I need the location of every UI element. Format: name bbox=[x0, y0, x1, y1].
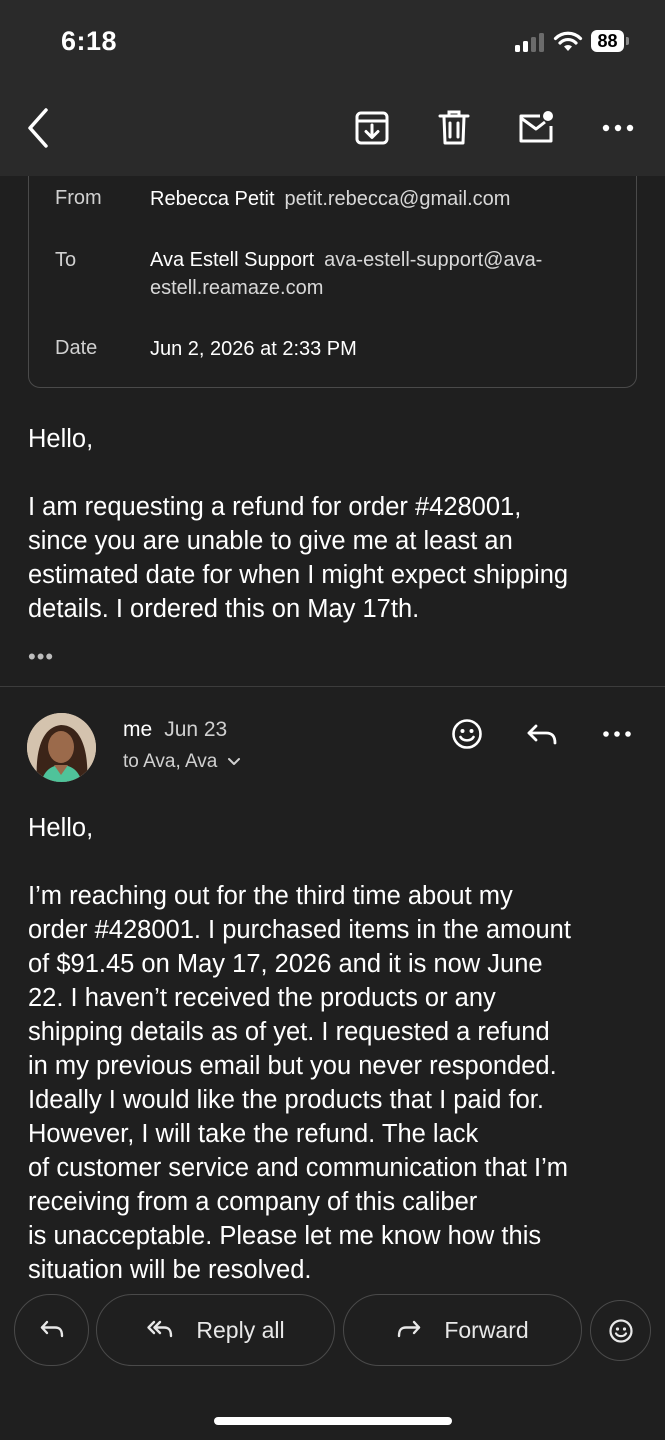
recipients-toggle[interactable]: to Ava, Ava bbox=[123, 751, 241, 773]
forward-button[interactable]: Forward bbox=[343, 1294, 582, 1366]
second-message-greeting: Hello, bbox=[28, 814, 94, 842]
cellular-signal-icon bbox=[515, 32, 545, 52]
body-line: I am requesting a refund for order #4280… bbox=[28, 493, 522, 521]
first-message-body: I am requesting a refund for order #4280… bbox=[28, 490, 643, 626]
message-more-icon[interactable] bbox=[599, 716, 635, 752]
emoji-reaction-button[interactable] bbox=[590, 1300, 651, 1361]
body-line: shipping details as of yet. I requested … bbox=[28, 1018, 550, 1046]
message-divider bbox=[0, 686, 665, 687]
top-header: 6:18 88 bbox=[0, 0, 665, 176]
first-message-greeting: Hello, bbox=[28, 425, 94, 453]
body-line: is unacceptable. Please let me know how … bbox=[28, 1222, 542, 1250]
more-horizontal-icon[interactable] bbox=[598, 108, 638, 148]
reply-button[interactable] bbox=[14, 1294, 89, 1366]
second-message-body: I’m reaching out for the third time abou… bbox=[28, 879, 643, 1287]
forward-icon bbox=[398, 1320, 421, 1338]
chevron-down-icon bbox=[227, 758, 240, 765]
recipients-text: to Ava, Ava bbox=[123, 751, 218, 772]
trash-icon[interactable] bbox=[434, 108, 474, 148]
forward-label: Forward bbox=[444, 1316, 529, 1343]
body-line: I’m reaching out for the third time abou… bbox=[28, 882, 513, 910]
body-line: estimated date for when I might expect s… bbox=[28, 561, 569, 589]
sender-name: me bbox=[123, 718, 153, 741]
reply-all-label: Reply all bbox=[196, 1316, 285, 1343]
status-time: 6:18 bbox=[61, 26, 118, 56]
smiley-icon bbox=[608, 1318, 633, 1343]
mail-unread-icon[interactable] bbox=[516, 108, 556, 148]
emoji-react-icon[interactable] bbox=[449, 716, 485, 752]
reply-all-button[interactable]: Reply all bbox=[96, 1294, 335, 1366]
battery-level: 88 bbox=[591, 30, 624, 52]
show-trimmed-content-button[interactable]: ••• bbox=[28, 644, 54, 670]
sender-line: me Jun 23 bbox=[123, 718, 227, 742]
body-line: of $91.45 on May 17, 2026 and it is now … bbox=[28, 950, 543, 978]
wifi-icon bbox=[553, 31, 583, 51]
body-line: in my previous email but you never respo… bbox=[28, 1052, 557, 1080]
body-line: details. I ordered this on May 17th. bbox=[28, 595, 420, 623]
home-indicator[interactable] bbox=[214, 1417, 452, 1425]
body-line: receiving from a company of this caliber bbox=[28, 1188, 478, 1216]
reply-icon bbox=[40, 1320, 63, 1338]
body-line: since you are unable to give me at least… bbox=[28, 527, 513, 555]
archive-icon[interactable] bbox=[352, 108, 392, 148]
body-line: Ideally I would like the products that I… bbox=[28, 1086, 544, 1114]
message-date: Jun 23 bbox=[164, 718, 228, 741]
back-button[interactable] bbox=[22, 106, 56, 150]
body-line: 22. I haven’t received the products or a… bbox=[28, 984, 496, 1012]
avatar[interactable] bbox=[27, 713, 96, 782]
body-line: order #428001. I purchased items in the … bbox=[28, 916, 571, 944]
message-details-card bbox=[28, 150, 637, 388]
body-line: However, I will take the refund. The lac… bbox=[28, 1120, 479, 1148]
body-line: of customer service and communication th… bbox=[28, 1154, 568, 1182]
battery-cap bbox=[626, 37, 629, 45]
reply-icon[interactable] bbox=[524, 716, 560, 752]
reply-all-icon bbox=[147, 1320, 173, 1338]
